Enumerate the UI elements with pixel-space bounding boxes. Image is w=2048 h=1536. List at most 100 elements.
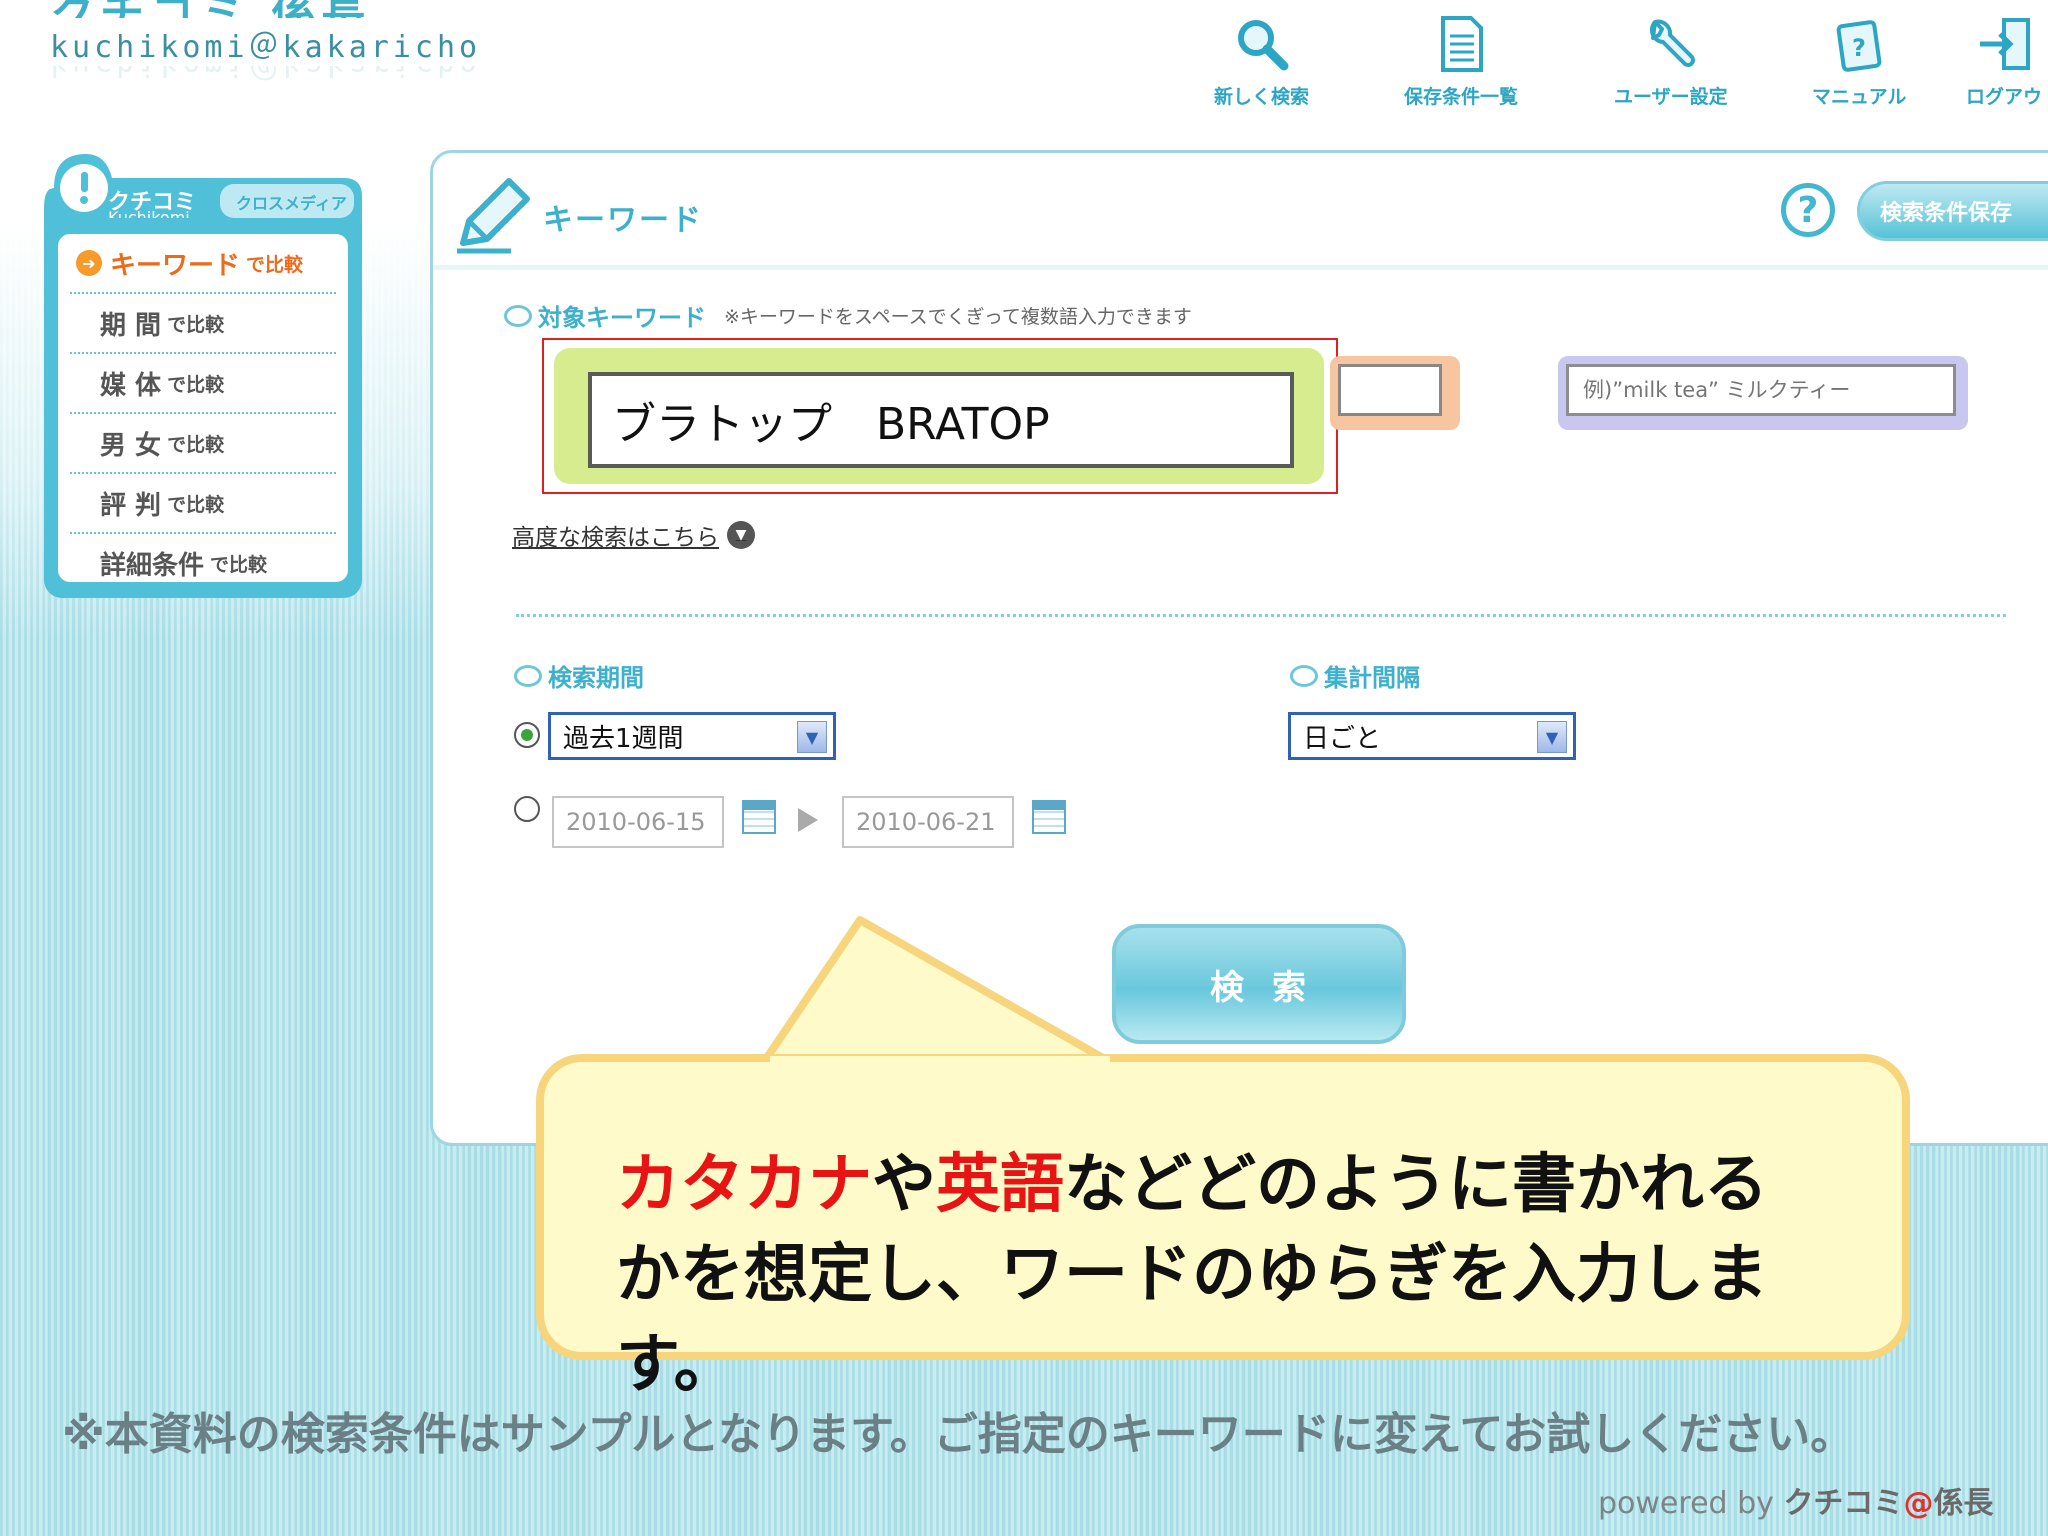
nav-label: マニュアル	[1812, 86, 1907, 108]
nav-label: 新しく検索	[1214, 86, 1310, 108]
callout-text-part: や	[872, 1148, 936, 1222]
keyword-input[interactable]	[588, 372, 1294, 468]
sidebar-menu: ➜ キーワード で比較 期 間 で比較 媒 体 で比較 男 女 で比較 評 判 …	[58, 234, 348, 582]
magnifier-icon	[1237, 20, 1288, 71]
sidebar-item-label: 男 女	[100, 430, 162, 461]
app-logo[interactable]: クチコミ 係長 kuchikomi＠kakaricho kuchikomi＠ka…	[50, 0, 481, 90]
sidebar-item-suffix: で比較	[167, 493, 225, 516]
keyword-input-2[interactable]	[1338, 364, 1442, 416]
panel-header: キーワード ? 検索条件保存	[433, 153, 2048, 270]
calendar-icon[interactable]	[1032, 800, 1066, 834]
interval-title: 集計間隔	[1324, 664, 1420, 692]
sidebar-item-label: 媒 体	[100, 370, 162, 401]
panel-title: キーワード	[543, 203, 703, 238]
callout-text-part: などどのように書かれる	[1064, 1148, 1768, 1222]
keyword-input-2-frame	[1330, 356, 1460, 430]
nav-label: 保存条件一覧	[1404, 86, 1519, 108]
powered-by: powered by クチコミ@係長	[1598, 1478, 1993, 1522]
callout-highlight: カタカナ	[616, 1148, 872, 1222]
arrow-right-icon	[798, 808, 818, 832]
footnote: ※本資料の検索条件はサンプルとなります。ご指定のキーワードに変えてお試しください…	[62, 1409, 1855, 1460]
logo-reflection: kuchikomi＠kakaricho	[50, 66, 481, 90]
date-from-input[interactable]	[552, 796, 724, 848]
speech-bubble-icon	[1290, 664, 1318, 687]
callout-pointer	[760, 916, 1114, 1066]
nav-new-search[interactable]: 新しく検索	[1214, 14, 1309, 109]
advanced-search-link[interactable]: 高度な検索はこちら ▼	[512, 518, 755, 552]
callout-text-line2: かを想定し、ワードのゆらぎを入力します。	[616, 1238, 1768, 1402]
nav-logout[interactable]: ログアウ	[1966, 14, 2042, 109]
keyword-input-3-frame	[1558, 356, 1968, 430]
target-keyword-title: 対象キーワード	[538, 304, 706, 332]
pencil-icon	[457, 178, 530, 254]
search-period-label: 検索期間	[514, 658, 644, 693]
sidebar-item-label: 詳細条件	[100, 550, 205, 581]
nav-label: ログアウ	[1966, 86, 2043, 108]
powered-prefix: powered by	[1598, 1486, 1784, 1521]
period-custom-radio[interactable]	[514, 796, 540, 822]
sidebar-item-detail[interactable]: 詳細条件 で比較	[70, 534, 336, 592]
top-navigation: 新しく検索 保存条件一覧 ユーザー設定 ? マニュアル ログアウ	[1200, 14, 2048, 124]
logo-text: kuchikomi＠kakaricho	[50, 30, 482, 65]
calendar-icon[interactable]	[742, 800, 776, 834]
period-select-value: 過去1週間	[563, 723, 684, 754]
callout-highlight: 英語	[936, 1148, 1064, 1222]
speech-bubble-icon	[504, 304, 532, 327]
sidebar-item-gender[interactable]: 男 女 で比較	[70, 414, 336, 474]
sidebar-item-suffix: で比較	[210, 553, 268, 576]
svg-text:?: ?	[1852, 34, 1866, 62]
nav-label: ユーザー設定	[1614, 86, 1728, 108]
powered-brand: クチコミ	[1783, 1486, 1904, 1521]
sidebar-item-period[interactable]: 期 間 で比較	[70, 294, 336, 354]
save-conditions-button[interactable]: 検索条件保存	[1857, 181, 2048, 241]
document-icon	[1441, 16, 1483, 72]
keyword-input-frame	[554, 348, 1324, 484]
advanced-search-label: 高度な検索はこちら	[512, 525, 719, 551]
sidebar-item-suffix: で比較	[246, 253, 304, 276]
manual-icon: ?	[1836, 20, 1882, 72]
callout-text: カタカナや英語などどのように書かれる かを想定し、ワードのゆらぎを入力します。	[616, 1140, 1876, 1410]
keyword-input-3[interactable]	[1566, 364, 1956, 416]
period-select[interactable]: 過去1週間 ▼	[548, 712, 836, 760]
sidebar-item-label: 期 間	[100, 310, 162, 341]
period-preset-radio[interactable]	[514, 722, 540, 748]
sidebar: クチコミ Kuchikomi クロスメディア ➜ キーワード で比較 期 間 で…	[44, 148, 374, 604]
interval-label: 集計間隔	[1290, 658, 1420, 693]
sidebar-item-suffix: で比較	[167, 373, 225, 396]
date-to-input[interactable]	[842, 796, 1014, 848]
interval-select-value: 日ごと	[1303, 723, 1382, 754]
wrench-icon	[1649, 19, 1695, 67]
divider	[516, 614, 2006, 617]
search-button[interactable]: 検索	[1112, 924, 1406, 1044]
sidebar-item-keyword[interactable]: ➜ キーワード で比較	[70, 234, 336, 294]
target-keyword-note: ※キーワードをスペースでくぎって複数語入力できます	[724, 306, 1192, 328]
nav-manual[interactable]: ? マニュアル	[1812, 14, 1906, 109]
keyword-highlight	[542, 338, 1338, 494]
sidebar-item-label: キーワード	[110, 250, 241, 281]
chevron-down-icon: ▼	[727, 521, 755, 549]
help-icon[interactable]: ?	[1781, 183, 1835, 237]
nav-saved-conditions[interactable]: 保存条件一覧	[1404, 14, 1518, 109]
sidebar-item-suffix: で比較	[167, 433, 225, 456]
callout-box: カタカナや英語などどのように書かれる かを想定し、ワードのゆらぎを入力します。	[536, 1054, 1910, 1402]
radio-dot	[521, 729, 533, 741]
sidebar-tab-cross[interactable]: クロスメディア	[236, 190, 347, 214]
interval-select[interactable]: 日ごと ▼	[1288, 712, 1576, 760]
chevron-down-icon: ▼	[797, 721, 827, 753]
target-keyword-label: 対象キーワード ※キーワードをスペースでくぎって複数語入力できます	[504, 298, 1192, 333]
logout-icon	[1980, 18, 2030, 70]
powered-brand2: 係長	[1933, 1486, 1994, 1521]
speech-bubble-icon	[514, 664, 542, 687]
powered-at: @	[1903, 1486, 1934, 1521]
sidebar-item-reputation[interactable]: 評 判 で比較	[70, 474, 336, 534]
sidebar-menu-frame: ➜ キーワード で比較 期 間 で比較 媒 体 で比較 男 女 で比較 評 判 …	[44, 218, 362, 598]
sidebar-item-suffix: で比較	[167, 313, 225, 336]
sidebar-item-label: 評 判	[100, 490, 162, 521]
callout-pointer-join	[770, 1056, 1110, 1068]
search-period-title: 検索期間	[548, 664, 644, 692]
nav-user-settings[interactable]: ユーザー設定	[1614, 14, 1728, 109]
logo-mark: クチコミ 係長	[50, 0, 481, 18]
arrow-right-icon: ➜	[76, 250, 102, 276]
sidebar-item-media[interactable]: 媒 体 で比較	[70, 354, 336, 414]
chevron-down-icon: ▼	[1537, 721, 1567, 753]
